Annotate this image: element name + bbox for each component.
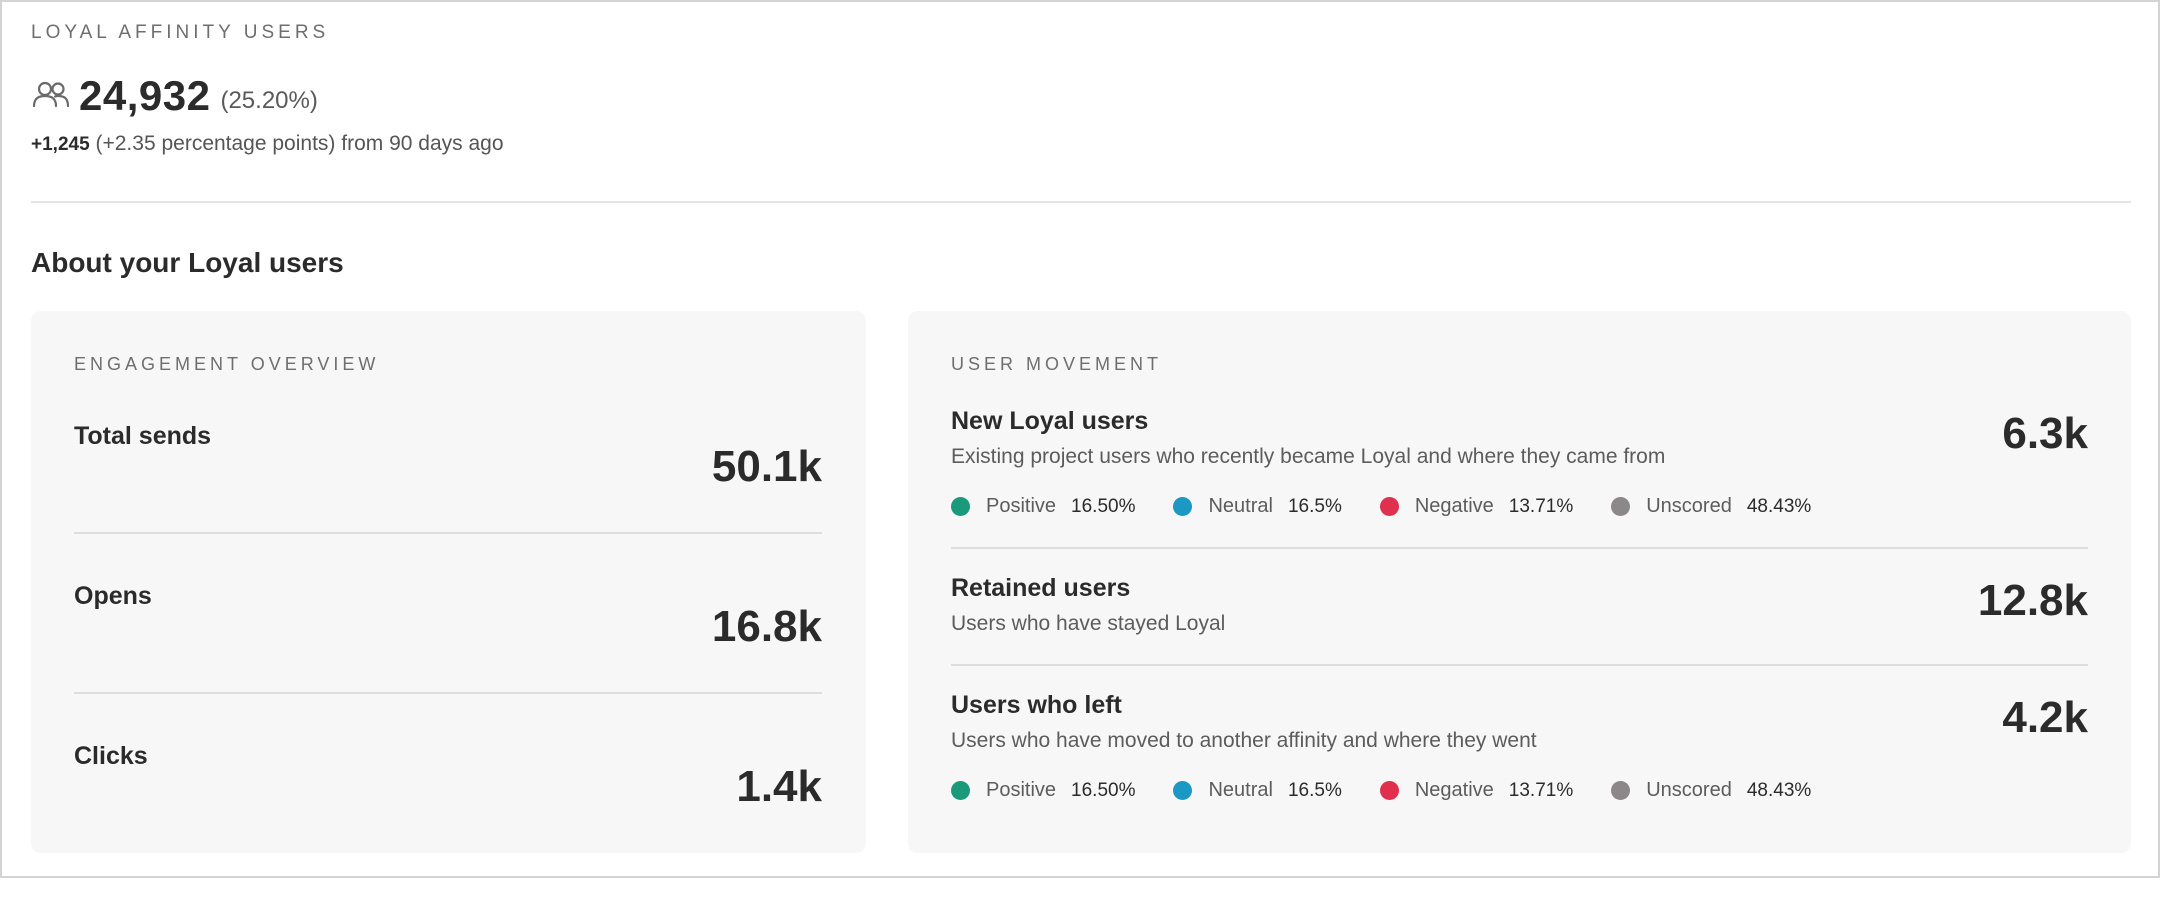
movement-divider: [951, 547, 2088, 549]
unscored-dot-icon: [1611, 497, 1631, 516]
opens-label: Opens: [74, 582, 152, 610]
new-loyal-description: Existing project users who recently beca…: [951, 445, 1666, 468]
movement-label: USER MOVEMENT: [951, 354, 1163, 374]
legend-item-negative: Negative 13.71%: [1379, 495, 1573, 518]
clicks-row: Clicks 1.4k: [74, 742, 822, 902]
retained-title: Retained users: [951, 574, 1131, 602]
positive-dot-icon: [951, 781, 970, 800]
engagement-divider: [74, 692, 822, 694]
clicks-label: Clicks: [74, 742, 148, 770]
total-sends-value: 50.1k: [711, 442, 822, 491]
left-title: Users who left: [951, 691, 1122, 719]
new-loyal-title: New Loyal users: [951, 407, 1149, 435]
legend-item-positive: Positive 16.50%: [951, 779, 1135, 802]
positive-dot-icon: [951, 497, 970, 516]
opens-value: 16.8k: [711, 602, 822, 651]
total-users-metric: 24,932 (25.20%): [31, 72, 318, 120]
new-loyal-legend: Positive 16.50% Neutral 16.5% Negative 1…: [951, 495, 1849, 518]
left-value: 4.2k: [2002, 693, 2088, 742]
unscored-dot-icon: [1611, 781, 1631, 800]
legend-item-neutral: Neutral 16.5%: [1173, 495, 1342, 518]
users-who-left-row: Users who left Users who have moved to a…: [951, 691, 2088, 821]
clicks-value: 1.4k: [736, 762, 822, 811]
neutral-dot-icon: [1173, 781, 1193, 800]
engagement-label: ENGAGEMENT OVERVIEW: [74, 354, 380, 374]
section-label: LOYAL AFFINITY USERS: [31, 22, 330, 43]
retained-users-row: Retained users Users who have stayed Loy…: [951, 574, 2088, 654]
legend-item-neutral: Neutral 16.5%: [1173, 779, 1342, 802]
engagement-divider: [74, 532, 822, 534]
delta-text: (+2.35 percentage points) from 90 days a…: [95, 132, 504, 155]
legend-item-unscored: Unscored 48.43%: [1611, 495, 1811, 518]
retained-value: 12.8k: [1977, 576, 2088, 625]
users-icon: [31, 79, 71, 113]
legend-item-negative: Negative 13.71%: [1379, 779, 1573, 802]
engagement-overview-card: ENGAGEMENT OVERVIEW Total sends 50.1k Op…: [31, 311, 866, 853]
total-users-percent: (25.20%): [220, 87, 318, 114]
about-title: About your Loyal users: [31, 247, 344, 278]
left-description: Users who have moved to another affinity…: [951, 729, 1537, 752]
legend-item-unscored: Unscored 48.43%: [1611, 779, 1811, 802]
negative-dot-icon: [1379, 497, 1399, 516]
movement-divider: [951, 664, 2088, 666]
retained-description: Users who have stayed Loyal: [951, 612, 1226, 635]
legend-item-positive: Positive 16.50%: [951, 495, 1135, 518]
total-sends-row: Total sends 50.1k: [74, 422, 822, 582]
user-movement-card: USER MOVEMENT New Loyal users Existing p…: [908, 311, 2131, 853]
opens-row: Opens 16.8k: [74, 582, 822, 742]
affinity-panel: LOYAL AFFINITY USERS 24,932 (25.20%) +1,…: [0, 0, 2160, 878]
header-divider: [31, 201, 2131, 203]
delta-value: +1,245: [31, 134, 90, 155]
users-delta: +1,245 (+2.35 percentage points) from 90…: [31, 132, 504, 156]
negative-dot-icon: [1379, 781, 1399, 800]
total-sends-label: Total sends: [74, 422, 212, 450]
neutral-dot-icon: [1173, 497, 1193, 516]
left-legend: Positive 16.50% Neutral 16.5% Negative 1…: [951, 779, 1849, 802]
new-loyal-value: 6.3k: [2002, 409, 2088, 458]
new-loyal-users-row: New Loyal users Existing project users w…: [951, 407, 2088, 537]
total-users-count: 24,932: [79, 72, 211, 119]
